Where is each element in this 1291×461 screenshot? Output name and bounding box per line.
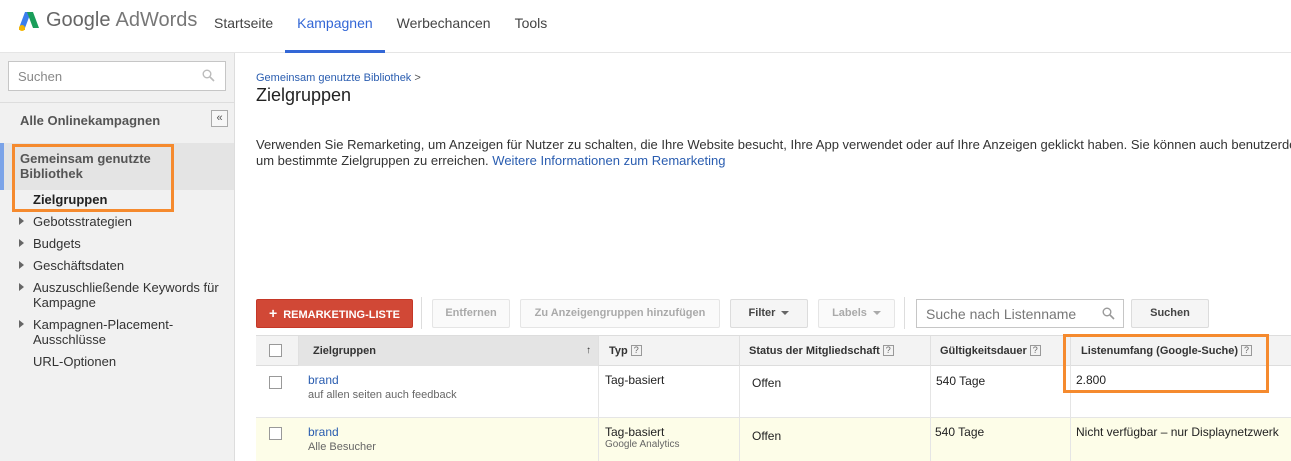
filter-button[interactable]: Filter — [730, 299, 808, 328]
col-header-typ[interactable]: Typ? — [598, 336, 739, 366]
list-name-search — [916, 299, 1124, 328]
remarketing-info-link[interactable]: Weitere Informationen zum Remarketing — [492, 153, 725, 168]
sidebar-item-zielgruppen[interactable]: Zielgruppen — [33, 192, 107, 207]
expand-arrow-icon[interactable] — [19, 283, 24, 291]
description-line-2: um bestimmte Zielgruppen zu erreichen. W… — [256, 153, 1291, 169]
row-checkbox[interactable] — [269, 427, 282, 440]
membership-status: Offen — [752, 429, 782, 443]
audience-type-source: Google Analytics — [605, 439, 680, 450]
select-all-checkbox[interactable] — [269, 344, 282, 357]
highlight-box-list-size — [1063, 334, 1269, 393]
sidebar-item-placement-ausschluesse[interactable]: Kampagnen-Placement-Ausschlüsse — [33, 317, 183, 347]
breadcrumb-link[interactable]: Gemeinsam genutzte Bibliothek — [256, 72, 411, 84]
audience-name-link[interactable]: brand — [308, 373, 339, 387]
breadcrumb-separator: > — [414, 72, 421, 84]
row-checkbox[interactable] — [269, 376, 282, 389]
labels-label: Labels — [832, 307, 867, 319]
page-description: Verwenden Sie Remarketing, um Anzeigen f… — [256, 137, 1291, 169]
add-remarketing-list-button[interactable]: + REMARKETING-LISTE — [256, 299, 413, 328]
audience-description: Alle Besucher — [308, 441, 376, 453]
column-divider — [739, 366, 740, 461]
membership-status: Offen — [752, 376, 782, 390]
toolbar-separator — [421, 297, 422, 329]
expand-arrow-icon[interactable] — [19, 239, 24, 247]
col-header-duration[interactable]: Gültigkeitsdauer? — [930, 336, 1070, 366]
remarketing-button-label: REMARKETING-LISTE — [283, 309, 400, 321]
remove-button[interactable]: Entfernen — [432, 299, 510, 328]
sort-ascending-icon: ↑ — [586, 345, 591, 356]
add-to-adgroups-button[interactable]: Zu Anzeigengruppen hinzufügen — [520, 299, 720, 328]
adwords-logo-icon — [19, 11, 39, 31]
description-text: um bestimmte Zielgruppen zu erreichen. — [256, 153, 489, 168]
main-nav: Startseite Kampagnen Werbechancen Tools — [202, 0, 559, 53]
table-row: brand Alle Besucher Tag-basiert Google A… — [256, 418, 1291, 461]
sidebar-divider — [0, 102, 234, 103]
help-icon[interactable]: ? — [1029, 345, 1041, 356]
plus-icon: + — [269, 305, 278, 321]
list-size-value: Nicht verfügbar – nur Displaynetzwerk — [1076, 425, 1279, 439]
labels-button[interactable]: Labels — [818, 299, 895, 328]
search-icon[interactable] — [1102, 307, 1115, 320]
sidebar: Alle Onlinekampagnen « Gemeinsam genutzt… — [0, 53, 235, 461]
top-bar: Google AdWords Startseite Kampagnen Werbe… — [0, 0, 1291, 53]
col-header-status-label: Status der Mitgliedschaft — [749, 345, 880, 357]
column-divider — [930, 366, 931, 461]
sidebar-item-budgets[interactable]: Budgets — [33, 236, 81, 251]
all-campaigns-link[interactable]: Alle Onlinekampagnen — [20, 113, 160, 128]
nav-kampagnen[interactable]: Kampagnen — [285, 0, 385, 53]
filter-label: Filter — [748, 307, 776, 319]
sidebar-item-url-optionen[interactable]: URL-Optionen — [33, 354, 116, 369]
active-section-bar — [0, 143, 4, 190]
chevron-down-icon — [872, 311, 881, 316]
nav-tools[interactable]: Tools — [503, 0, 560, 53]
audience-type: Tag-basiert — [605, 373, 665, 387]
sidebar-search-input[interactable] — [9, 62, 199, 90]
col-header-zielgruppen[interactable]: Zielgruppen ↑ — [298, 336, 598, 366]
description-line-1: Verwenden Sie Remarketing, um Anzeigen f… — [256, 137, 1291, 152]
search-icon[interactable] — [202, 69, 215, 82]
search-button[interactable]: Suchen — [1131, 299, 1209, 328]
breadcrumb: Gemeinsam genutzte Bibliothek > — [256, 72, 421, 84]
list-name-search-input[interactable] — [917, 300, 1097, 327]
help-icon[interactable]: ? — [882, 345, 894, 356]
collapse-sidebar-button[interactable]: « — [211, 110, 228, 127]
chevron-down-icon — [781, 311, 790, 316]
col-header-zielgruppen-label: Zielgruppen — [313, 345, 376, 357]
audience-description: auf allen seiten auch feedback — [308, 389, 457, 401]
expand-arrow-icon[interactable] — [19, 261, 24, 269]
sidebar-item-auszuschliessende-keywords[interactable]: Auszuschließende Keywords für Kampagne — [33, 280, 228, 310]
page-title: Zielgruppen — [256, 85, 352, 105]
logo-text: Google AdWords — [46, 9, 198, 31]
sidebar-search — [8, 61, 226, 91]
col-header-typ-label: Typ — [609, 345, 628, 357]
adwords-logo[interactable]: Google AdWords — [18, 9, 197, 32]
col-header-status[interactable]: Status der Mitgliedschaft? — [739, 336, 930, 366]
expand-arrow-icon[interactable] — [19, 217, 24, 225]
expand-arrow-icon[interactable] — [19, 320, 24, 328]
sidebar-item-geschaeftsdaten[interactable]: Geschäftsdaten — [33, 258, 124, 273]
col-header-duration-label: Gültigkeitsdauer — [940, 345, 1027, 357]
membership-duration: 540 Tage — [935, 425, 985, 439]
audience-name-link[interactable]: brand — [308, 425, 339, 439]
sidebar-item-gebotsstrategien[interactable]: Gebotsstrategien — [33, 214, 132, 229]
toolbar-separator — [904, 297, 905, 329]
membership-duration: 540 Tage — [936, 374, 986, 388]
audience-type: Tag-basiert — [605, 425, 665, 439]
column-divider — [598, 366, 599, 461]
nav-werbechancen[interactable]: Werbechancen — [385, 0, 503, 53]
nav-startseite[interactable]: Startseite — [202, 0, 285, 53]
help-icon[interactable]: ? — [630, 345, 642, 356]
